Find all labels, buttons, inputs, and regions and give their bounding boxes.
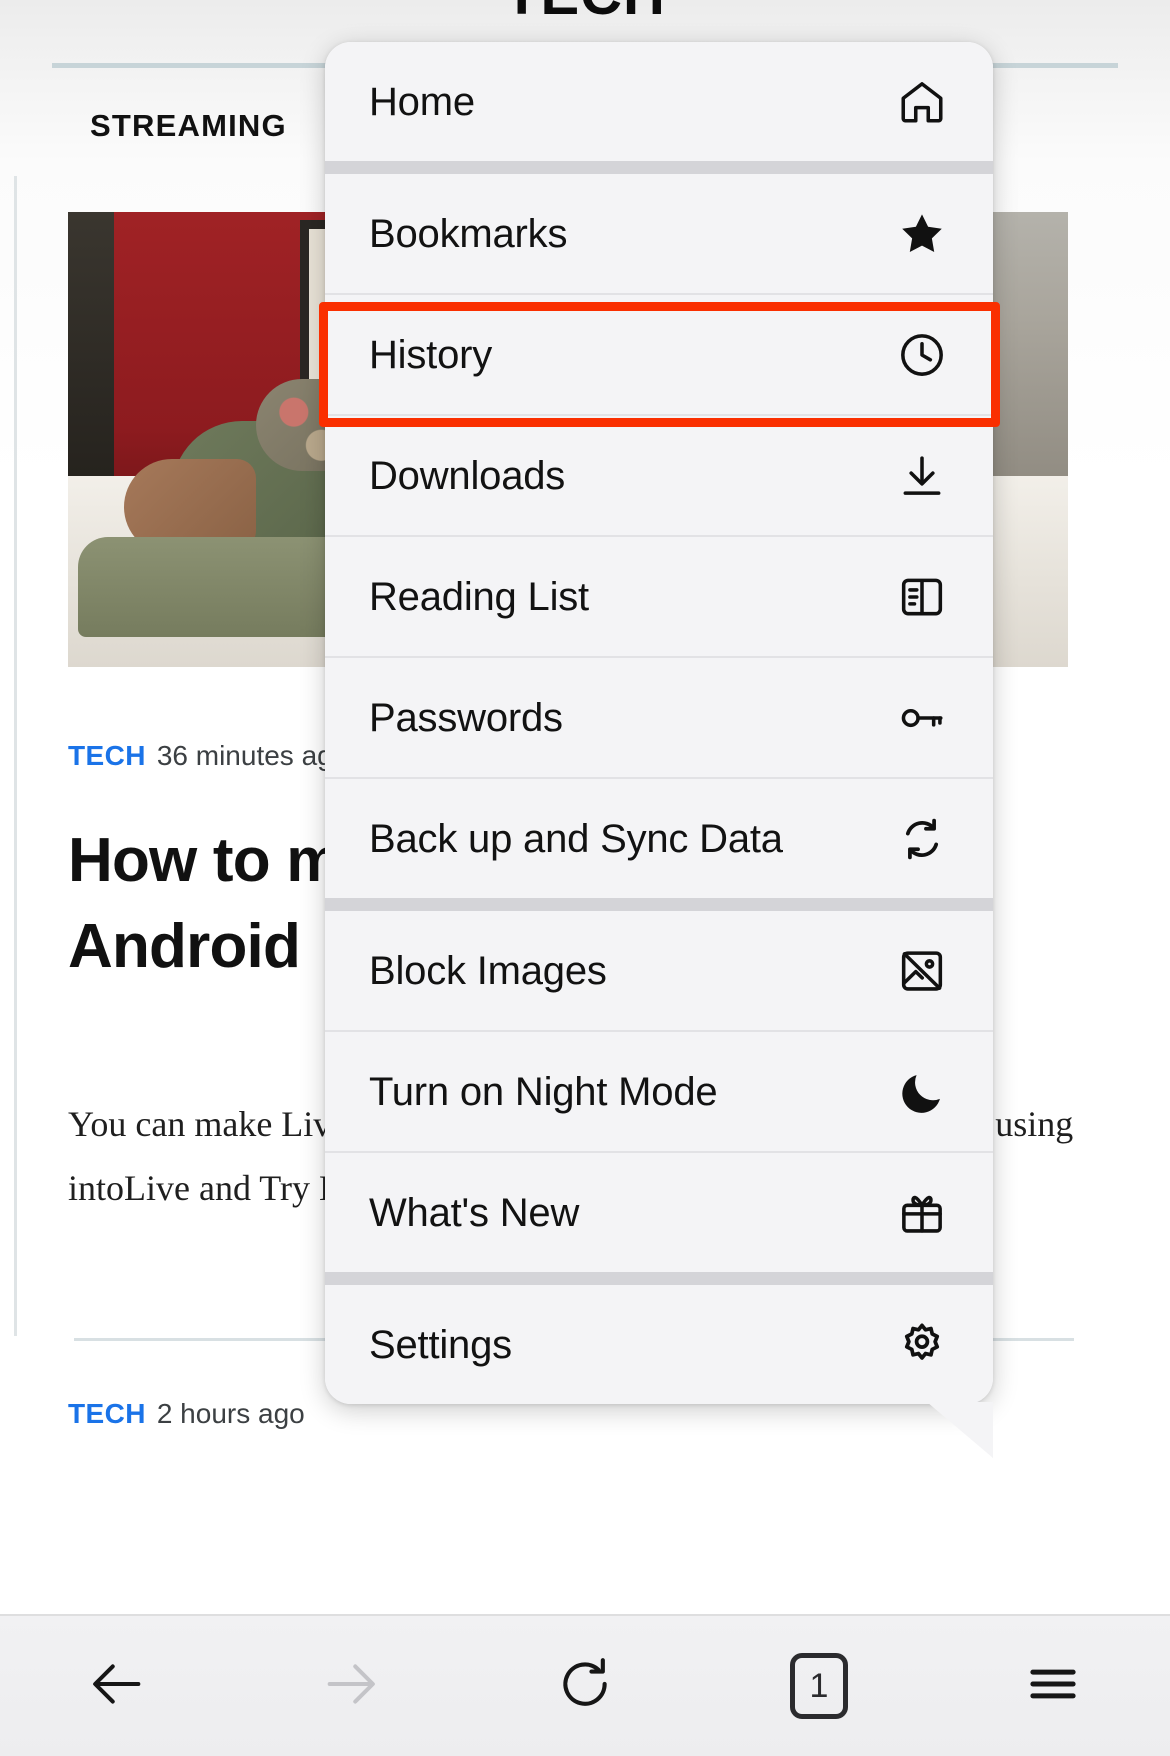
section-kicker: STREAMING — [90, 108, 287, 143]
menu-item-bookmarks[interactable]: Bookmarks — [325, 174, 993, 293]
moon-icon — [895, 1065, 949, 1119]
menu-item-label: Back up and Sync Data — [369, 816, 783, 861]
menu-group-divider — [325, 898, 993, 911]
reload-button[interactable] — [468, 1616, 702, 1756]
menu-item-passwords[interactable]: Passwords — [325, 658, 993, 777]
left-rail-divider — [14, 176, 17, 1336]
tab-switcher-button[interactable]: 1 — [702, 1616, 936, 1756]
menu-item-history[interactable]: History — [325, 295, 993, 414]
article-meta-top: TECH 36 minutes ago — [68, 740, 348, 772]
gear-icon — [895, 1318, 949, 1372]
menu-item-turn-on-night-mode[interactable]: Turn on Night Mode — [325, 1032, 993, 1151]
overflow-menu-button[interactable] — [936, 1616, 1170, 1756]
hamburger-menu-icon — [1022, 1653, 1084, 1720]
download-icon — [895, 449, 949, 503]
menu-item-label: Reading List — [369, 574, 589, 619]
menu-item-label: History — [369, 332, 493, 377]
menu-item-label: Block Images — [369, 948, 607, 993]
back-button[interactable] — [0, 1616, 234, 1756]
home-icon — [895, 75, 949, 129]
menu-item-reading-list[interactable]: Reading List — [325, 537, 993, 656]
site-masthead: TECH — [0, 0, 1170, 24]
clock-icon — [895, 328, 949, 382]
forward-button — [234, 1616, 468, 1756]
blocked-image-icon — [895, 944, 949, 998]
key-icon — [895, 691, 949, 745]
menu-item-block-images[interactable]: Block Images — [325, 911, 993, 1030]
menu-item-home[interactable]: Home — [325, 42, 993, 161]
back-arrow-icon — [85, 1652, 149, 1721]
menu-item-whats-new[interactable]: What's New — [325, 1153, 993, 1272]
browser-overflow-menu: Home Bookmarks History Downloads Reading… — [325, 42, 993, 1458]
article-category-label[interactable]: TECH — [68, 740, 146, 771]
menu-item-label: Bookmarks — [369, 211, 568, 256]
menu-item-label: What's New — [369, 1190, 580, 1235]
menu-item-label: Settings — [369, 1322, 512, 1367]
menu-item-label: Passwords — [369, 695, 563, 740]
reload-icon — [554, 1653, 616, 1720]
menu-group-divider — [325, 161, 993, 174]
menu-item-label: Turn on Night Mode — [369, 1069, 718, 1114]
article-category-label-2[interactable]: TECH — [68, 1398, 146, 1429]
article-meta-bottom: TECH 2 hours ago — [68, 1398, 305, 1430]
menu-item-label: Home — [369, 79, 475, 124]
star-icon — [895, 207, 949, 261]
article-timestamp: 36 minutes ago — [156, 740, 349, 771]
forward-arrow-icon — [319, 1652, 383, 1721]
tab-count-badge: 1 — [790, 1653, 848, 1719]
menu-item-settings[interactable]: Settings — [325, 1285, 993, 1404]
menu-item-downloads[interactable]: Downloads — [325, 416, 993, 535]
menu-item-label: Downloads — [369, 453, 566, 498]
menu-group-divider — [325, 1272, 993, 1285]
reading-list-icon — [895, 570, 949, 624]
browser-bottom-toolbar: 1 — [0, 1614, 1170, 1756]
sync-icon — [895, 812, 949, 866]
menu-item-backup-and-sync-data[interactable]: Back up and Sync Data — [325, 779, 993, 898]
article-timestamp-2: 2 hours ago — [156, 1398, 305, 1429]
screen: TECH STREAMING TECH36 minutes ago How to… — [0, 0, 1170, 1756]
gift-icon — [895, 1186, 949, 1240]
